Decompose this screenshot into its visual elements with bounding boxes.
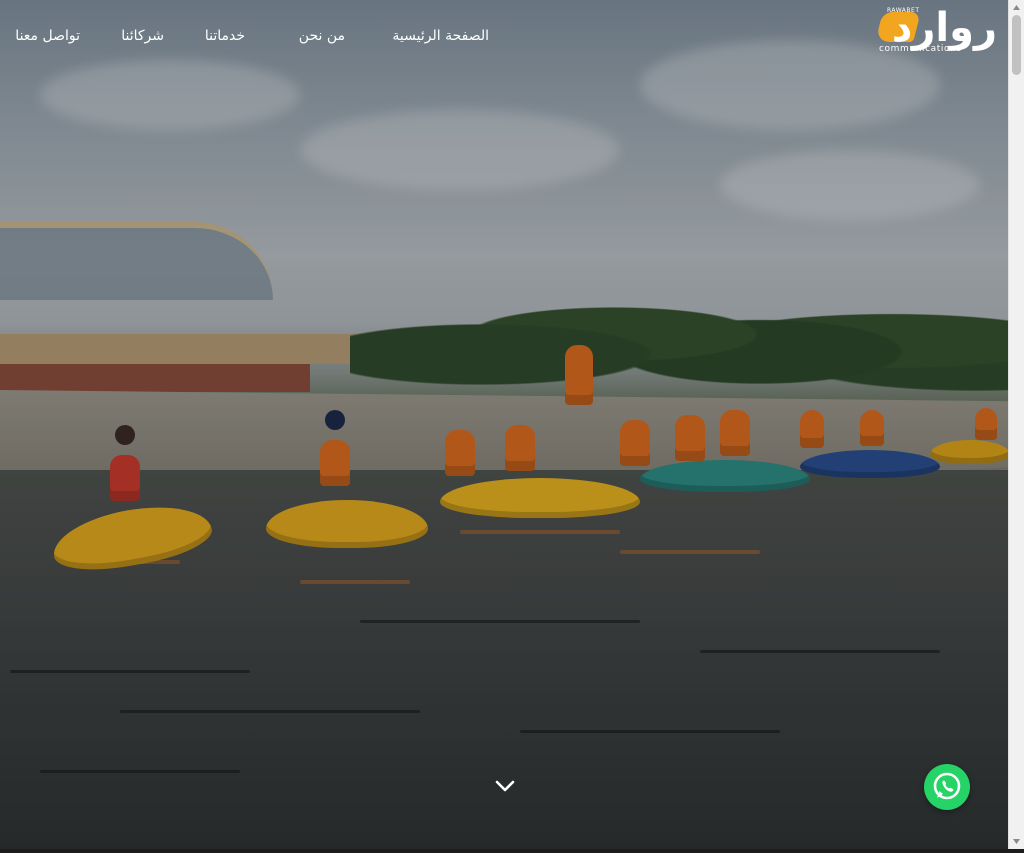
nav-item-partners[interactable]: شركائنا	[121, 26, 164, 46]
page-scrollbar[interactable]	[1008, 0, 1024, 849]
scrollbar-thumb[interactable]	[1012, 15, 1021, 75]
scroll-down-button[interactable]	[494, 777, 516, 795]
hero-background-photo	[0, 0, 1009, 849]
scroll-down-arrow-icon[interactable]	[1009, 834, 1024, 849]
nav-item-services[interactable]: خدماتنا	[205, 26, 245, 46]
main-nav: الصفحة الرئيسية من نحن خدماتنا شركائنا ت…	[0, 26, 1009, 46]
nav-item-contact[interactable]: تواصل معنا	[15, 26, 80, 46]
chevron-down-icon	[495, 780, 515, 792]
whatsapp-icon	[933, 772, 961, 800]
site-header: RAWABET روارد communications الصفحة الرئ…	[0, 0, 1009, 72]
whatsapp-button[interactable]	[924, 764, 970, 810]
scroll-up-arrow-icon[interactable]	[1009, 0, 1024, 15]
hero-dark-overlay	[0, 0, 1009, 849]
nav-item-about[interactable]: من نحن	[299, 26, 345, 46]
nav-item-home[interactable]: الصفحة الرئيسية	[392, 26, 489, 46]
